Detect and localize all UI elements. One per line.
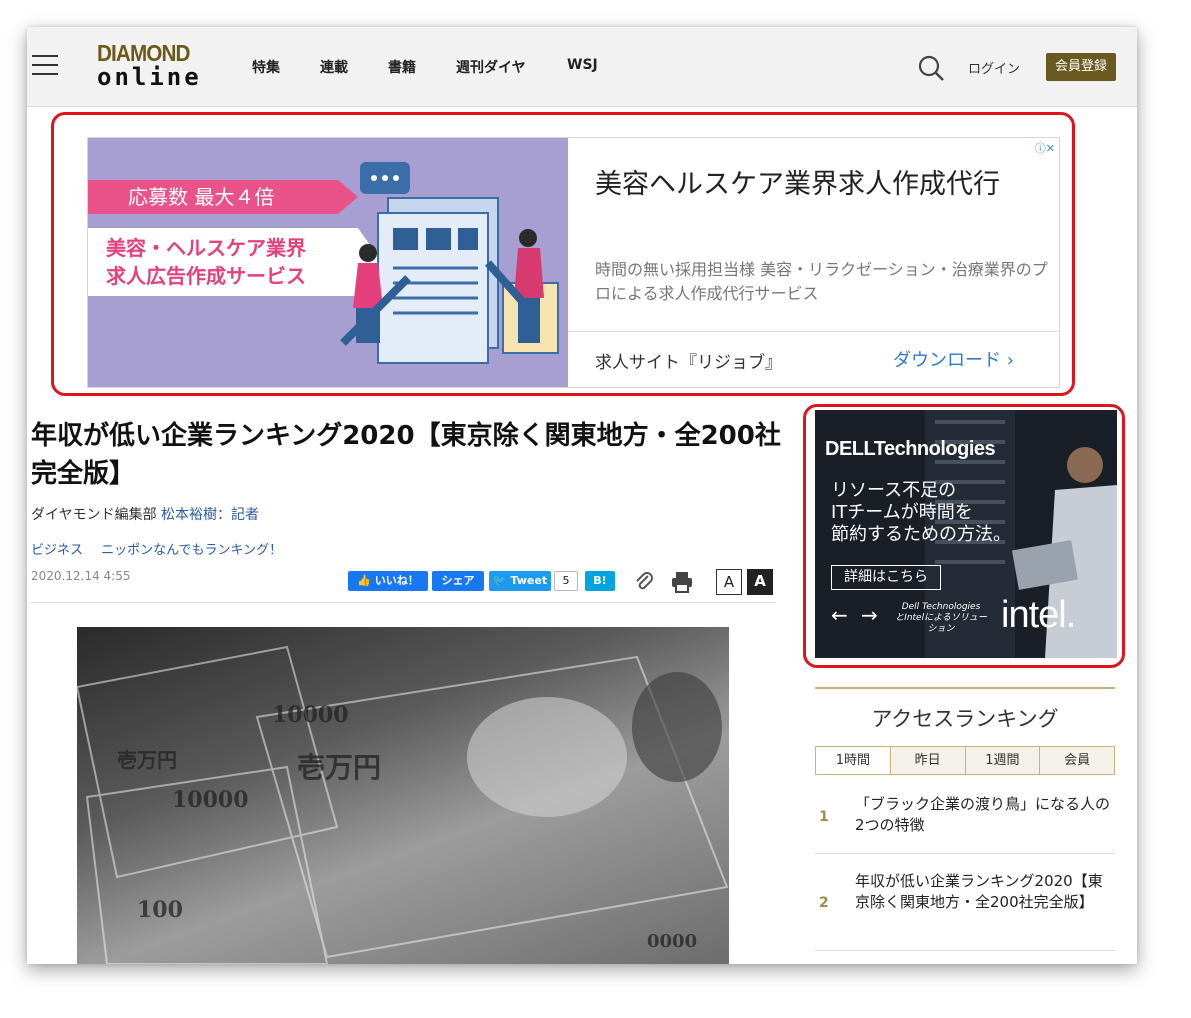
article-title: 年収が低い企業ランキング2020【東京除く関東地方・全200社完全版】	[31, 421, 781, 489]
ranking-number: 1	[819, 809, 829, 825]
svg-text:壱万円: 壱万円	[117, 748, 177, 772]
intel-logo: intel.	[1001, 594, 1076, 636]
publish-date: 2020.12.14 4:55	[31, 569, 131, 583]
divider	[31, 602, 776, 603]
side-ad-headline: リソース不足の ITチームが時間を 節約するための方法。	[831, 480, 1011, 545]
ad-download-link[interactable]: ダウンロード ›	[893, 346, 1014, 372]
ad-title[interactable]: 美容ヘルスケア業界求人作成代行	[595, 164, 1025, 206]
adchoices-icon[interactable]: ⓘ✕	[1035, 140, 1055, 156]
article-hero-image: 10000 壱万円 10000 壱万円 100 0000	[77, 627, 729, 964]
site-logo[interactable]: DIAMOND online	[97, 41, 201, 91]
register-button[interactable]: 会員登録	[1046, 53, 1116, 81]
svg-text:10000: 10000	[172, 787, 249, 813]
ranking-title: アクセスランキング	[871, 707, 1059, 731]
tab-members[interactable]: 会員	[1039, 747, 1114, 774]
font-size-small-button[interactable]: A	[716, 569, 742, 595]
site-header: DIAMOND online 特集 連載 書籍 週刊ダイヤ WSJ ログイン 会…	[27, 27, 1137, 107]
tab-1week[interactable]: 1週間	[964, 747, 1040, 774]
svg-text:10000: 10000	[272, 702, 349, 728]
banknotes-image: 10000 壱万円 10000 壱万円 100 0000	[77, 645, 729, 964]
dell-technologies-logo: DELLTechnologies	[825, 438, 996, 460]
tab-1hour[interactable]: 1時間	[816, 747, 890, 774]
ad-illustration: 応募数 最大４倍 美容・ヘルスケア業界 求人広告作成サービス	[88, 138, 568, 387]
side-ad-banner[interactable]: DELLTechnologies リソース不足の ITチームが時間を 節約するた…	[815, 410, 1117, 658]
nav-item-rensai[interactable]: 連載	[320, 57, 348, 77]
nav-item-weekly[interactable]: 週刊ダイヤ	[456, 57, 526, 77]
divider	[568, 331, 1060, 332]
top-ad-banner[interactable]: 応募数 最大４倍 美容・ヘルスケア業界 求人広告作成サービス 美容ヘルスケア業界…	[87, 137, 1060, 388]
divider	[815, 687, 1115, 689]
thumbs-up-icon: 👍	[357, 574, 371, 587]
nav-item-tokushu[interactable]: 特集	[252, 57, 280, 77]
tag-ranking[interactable]: ニッポンなんでもランキング！	[101, 543, 282, 558]
svg-text:100: 100	[137, 897, 183, 923]
font-size-large-button[interactable]: A	[747, 569, 773, 595]
print-icon[interactable]	[670, 570, 694, 594]
ad-headline-box: 美容・ヘルスケア業界 求人広告作成サービス	[88, 228, 382, 296]
tweet-count: 5	[554, 571, 578, 591]
ad-text-panel: 美容ヘルスケア業界求人作成代行 時間の無い採用担当様 美容・リラクゼーション・治…	[568, 138, 1060, 387]
svg-text:壱万円: 壱万円	[297, 751, 381, 784]
author-link[interactable]: 松本裕樹：記者	[161, 507, 259, 523]
tag-business[interactable]: ビジネス	[31, 543, 83, 558]
side-ad-details-button[interactable]: 詳細はこちら	[831, 565, 941, 590]
paperclip-icon[interactable]	[633, 570, 655, 592]
arrow-right-icon[interactable]: →	[861, 603, 878, 627]
tweet-button[interactable]: 🐦 Tweet	[489, 571, 551, 591]
facebook-like-button[interactable]: 👍 いいね！	[348, 571, 428, 591]
login-link[interactable]: ログイン	[968, 58, 1020, 77]
ranking-item[interactable]: 1 「ブラック企業の渡り鳥」になる人の2つの特徴	[815, 787, 1115, 854]
ranking-item-title[interactable]: 「ブラック企業の渡り鳥」になる人の2つの特徴	[855, 794, 1111, 836]
browser-page: DIAMOND online 特集 連載 書籍 週刊ダイヤ WSJ ログイン 会…	[27, 27, 1137, 964]
ranking-number: 2	[819, 895, 829, 911]
byline: ダイヤモンド編集部 松本裕樹：記者	[31, 507, 260, 523]
facebook-share-button[interactable]: シェア	[432, 571, 484, 591]
ranking-item[interactable]: 2 年収が低い企業ランキング2020【東京除く関東地方・全200社完全版】	[815, 854, 1115, 951]
tab-yesterday[interactable]: 昨日	[889, 747, 965, 774]
ad-description: 時間の無い採用担当様 美容・リラクゼーション・治療業界のプロによる求人作成代行サ…	[595, 260, 1048, 303]
recruiting-illustration	[340, 162, 559, 364]
tag-list: ビジネス ニッポンなんでもランキング！	[31, 539, 296, 558]
twitter-bird-icon: 🐦	[492, 574, 507, 587]
menu-icon[interactable]	[32, 55, 58, 75]
search-icon[interactable]	[917, 54, 945, 82]
nav-item-wsj[interactable]: WSJ	[567, 57, 598, 73]
nav-item-shoseki[interactable]: 書籍	[388, 57, 416, 77]
hatena-bookmark-button[interactable]: B!	[585, 571, 615, 591]
ranking-tabs: 1時間 昨日 1週間 会員	[815, 746, 1115, 775]
chevron-right-icon: ›	[1006, 350, 1014, 371]
ad-badge: 応募数 最大４倍	[88, 180, 358, 214]
side-ad-caption: Dell Technologies とIntelによるソリューション	[895, 602, 987, 634]
ad-site-name: 求人サイト『リジョブ』	[595, 353, 782, 373]
svg-text:0000: 0000	[647, 931, 697, 952]
ranking-item-title[interactable]: 年収が低い企業ランキング2020【東京除く関東地方・全200社完全版】	[855, 871, 1111, 913]
arrow-left-icon[interactable]: ←	[831, 603, 848, 627]
